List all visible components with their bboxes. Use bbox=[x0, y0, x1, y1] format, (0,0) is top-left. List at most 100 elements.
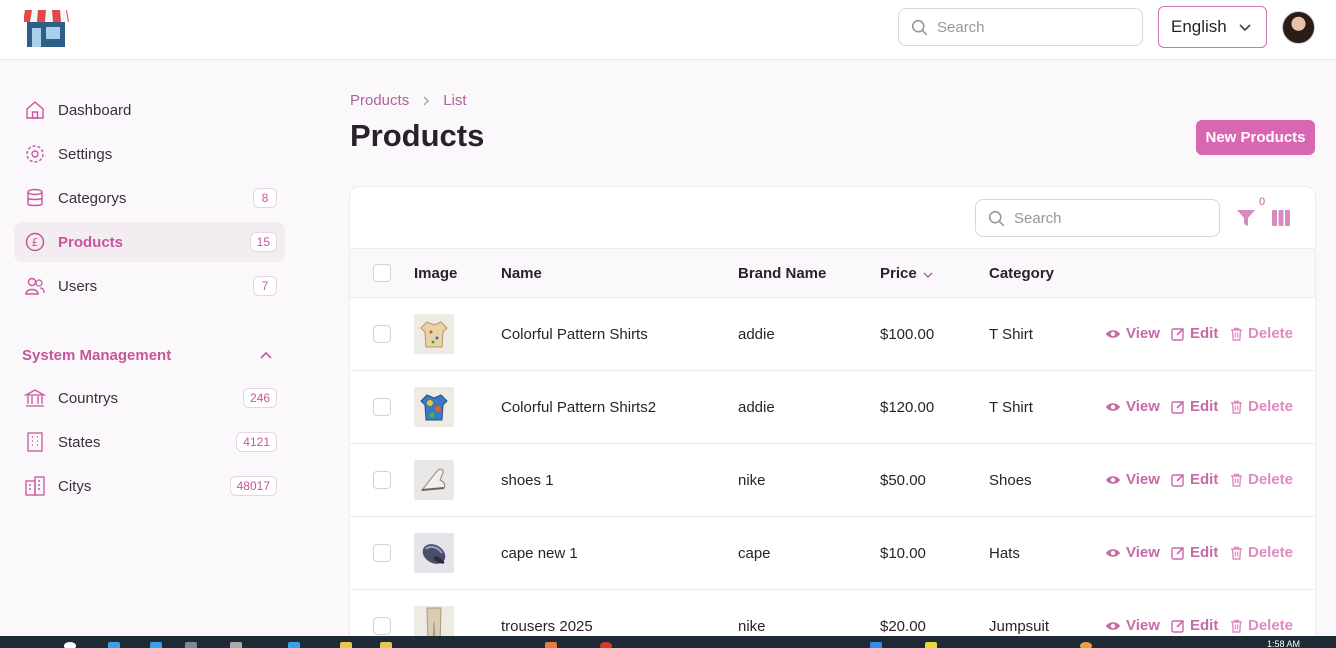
product-name: trousers 2025 bbox=[501, 618, 593, 635]
row-checkbox[interactable] bbox=[373, 325, 391, 343]
column-header-name[interactable]: Name bbox=[501, 265, 542, 282]
trash-icon bbox=[1231, 546, 1242, 560]
browser-icon[interactable] bbox=[64, 642, 76, 648]
app-icon[interactable] bbox=[340, 642, 352, 648]
chevron-right-icon bbox=[421, 95, 431, 107]
view-button[interactable]: View bbox=[1105, 617, 1160, 634]
database-icon bbox=[24, 187, 46, 209]
chrome-icon[interactable] bbox=[600, 642, 612, 648]
table-header: Image Name Brand Name Price Category bbox=[350, 248, 1315, 298]
breadcrumb-parent-link[interactable]: Products bbox=[350, 92, 409, 109]
trash-icon bbox=[1231, 327, 1242, 341]
header-search[interactable] bbox=[898, 8, 1143, 46]
columns-icon[interactable] bbox=[1270, 207, 1292, 229]
product-image[interactable] bbox=[414, 460, 454, 500]
eye-icon bbox=[1106, 329, 1120, 338]
product-image[interactable] bbox=[414, 533, 454, 573]
sidebar-item-categorys[interactable]: Categorys 8 bbox=[14, 178, 285, 218]
delete-button[interactable]: Delete bbox=[1230, 617, 1293, 634]
os-taskbar: 1:58 AM bbox=[0, 636, 1336, 648]
sidebar-item-citys[interactable]: Citys 48017 bbox=[14, 466, 285, 506]
breadcrumb: Products List bbox=[350, 92, 467, 109]
language-select[interactable]: English bbox=[1158, 6, 1267, 48]
breadcrumb-current[interactable]: List bbox=[443, 92, 466, 109]
eye-icon bbox=[1106, 475, 1120, 484]
sidebar-item-dashboard[interactable]: Dashboard bbox=[14, 90, 285, 130]
column-header-price[interactable]: Price bbox=[880, 265, 917, 282]
product-price: $20.00 bbox=[880, 618, 926, 635]
delete-button[interactable]: Delete bbox=[1230, 398, 1293, 415]
column-header-category[interactable]: Category bbox=[989, 265, 1054, 282]
folder-icon[interactable] bbox=[185, 642, 197, 648]
file-icon[interactable] bbox=[230, 642, 242, 648]
table-search-input[interactable] bbox=[1014, 209, 1194, 227]
row-checkbox[interactable] bbox=[373, 617, 391, 635]
header-search-input[interactable] bbox=[937, 18, 1117, 36]
chevron-up-icon[interactable] bbox=[259, 349, 273, 363]
view-button[interactable]: View bbox=[1105, 325, 1160, 342]
table-row: cape new 1 cape $10.00 Hats View Edit De… bbox=[350, 517, 1315, 590]
sidebar-item-label: Categorys bbox=[58, 189, 127, 207]
product-image[interactable] bbox=[414, 387, 454, 427]
edit-button[interactable]: Edit bbox=[1171, 544, 1218, 561]
home-icon bbox=[24, 99, 46, 121]
app-icon[interactable] bbox=[545, 642, 557, 648]
new-products-button[interactable]: New Products bbox=[1196, 120, 1315, 155]
app-icon[interactable] bbox=[108, 642, 120, 648]
filter-icon[interactable] bbox=[1235, 207, 1257, 229]
view-button[interactable]: View bbox=[1105, 398, 1160, 415]
building-icon bbox=[24, 431, 46, 453]
product-name: shoes 1 bbox=[501, 472, 554, 489]
edit-button[interactable]: Edit bbox=[1171, 398, 1218, 415]
edit-button[interactable]: Edit bbox=[1171, 471, 1218, 488]
product-name: Colorful Pattern Shirts2 bbox=[501, 399, 657, 416]
page-title: Products bbox=[350, 118, 485, 153]
count-badge: 15 bbox=[249, 232, 277, 252]
table-search[interactable] bbox=[975, 199, 1220, 237]
chevron-down-icon bbox=[1239, 24, 1251, 32]
app-icon[interactable] bbox=[288, 642, 300, 648]
product-image[interactable] bbox=[414, 314, 454, 354]
delete-button[interactable]: Delete bbox=[1230, 471, 1293, 488]
product-category: T Shirt bbox=[989, 399, 1033, 416]
sidebar-item-label: Products bbox=[58, 233, 124, 251]
view-button[interactable]: View bbox=[1105, 544, 1160, 561]
app-icon[interactable] bbox=[870, 642, 882, 648]
count-badge: 48017 bbox=[229, 476, 277, 496]
edit-icon bbox=[1171, 400, 1185, 414]
row-checkbox[interactable] bbox=[373, 471, 391, 489]
group-title-label: System Management bbox=[22, 347, 172, 364]
sidebar-item-label: States bbox=[58, 433, 101, 451]
delete-button[interactable]: Delete bbox=[1230, 325, 1293, 342]
view-button[interactable]: View bbox=[1105, 471, 1160, 488]
table-row: shoes 1 nike $50.00 Shoes View Edit Dele… bbox=[350, 444, 1315, 517]
column-header-brand[interactable]: Brand Name bbox=[738, 265, 826, 282]
language-label: English bbox=[1171, 17, 1227, 36]
product-price: $100.00 bbox=[880, 326, 935, 343]
edit-button[interactable]: Edit bbox=[1171, 325, 1218, 342]
app-icon[interactable] bbox=[150, 642, 162, 648]
sidebar-item-countrys[interactable]: Countrys 246 bbox=[14, 378, 285, 418]
product-brand: nike bbox=[738, 618, 766, 635]
sidebar-item-products[interactable]: £ Products 15 bbox=[14, 222, 285, 262]
search-icon bbox=[988, 210, 1005, 226]
row-checkbox[interactable] bbox=[373, 544, 391, 562]
app-icon[interactable] bbox=[1080, 642, 1092, 648]
row-checkbox[interactable] bbox=[373, 398, 391, 416]
sidebar: Dashboard Settings Categorys 8 £ Product… bbox=[0, 60, 300, 636]
edit-button[interactable]: Edit bbox=[1171, 617, 1218, 634]
search-icon bbox=[911, 19, 928, 35]
product-price: $10.00 bbox=[880, 545, 926, 562]
select-all-checkbox[interactable] bbox=[373, 264, 391, 282]
delete-button[interactable]: Delete bbox=[1230, 544, 1293, 561]
app-icon[interactable] bbox=[380, 642, 392, 648]
column-header-image: Image bbox=[414, 265, 458, 282]
app-icon[interactable] bbox=[925, 642, 937, 648]
sidebar-item-settings[interactable]: Settings bbox=[14, 134, 285, 174]
store-logo-icon[interactable] bbox=[24, 8, 70, 48]
user-avatar[interactable] bbox=[1282, 11, 1315, 44]
sidebar-item-states[interactable]: States 4121 bbox=[14, 422, 285, 462]
sidebar-item-users[interactable]: Users 7 bbox=[14, 266, 285, 306]
sort-chevron-down-icon[interactable] bbox=[922, 270, 934, 280]
system-management-group[interactable]: System Management bbox=[22, 347, 277, 364]
